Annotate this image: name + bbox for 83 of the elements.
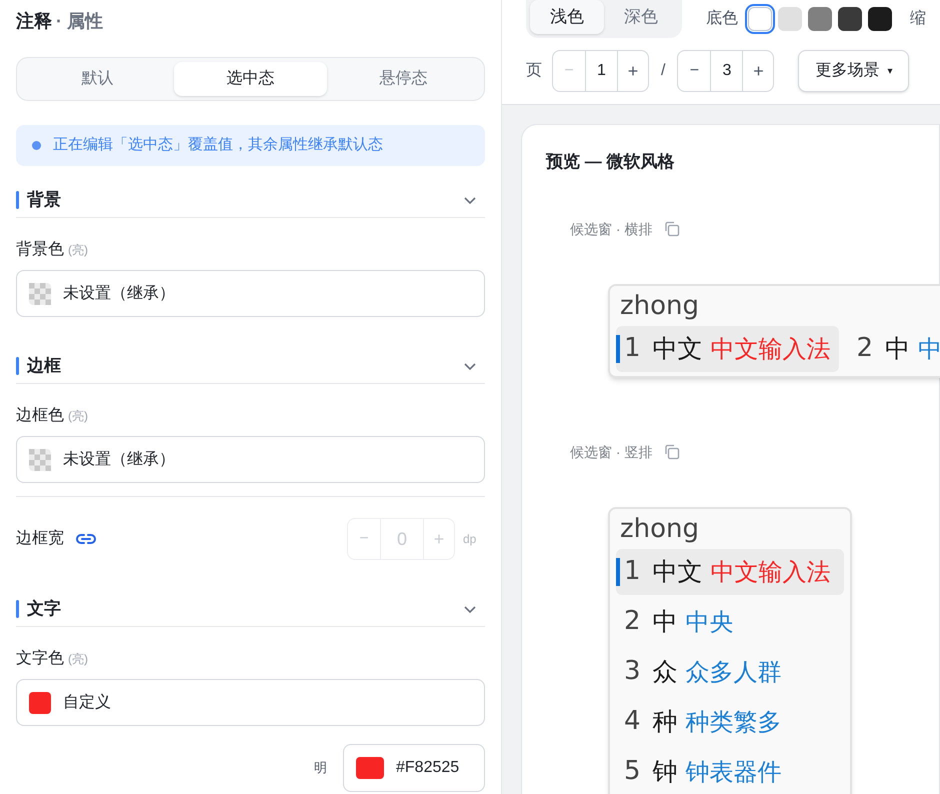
preview-title: 预览 — 微软风格 xyxy=(546,151,676,173)
state-tab[interactable]: 悬停态 xyxy=(327,62,480,96)
info-text: 正在编辑「选中态」覆盖值，其余属性继承默认态 xyxy=(53,135,383,156)
increment-button[interactable]: + xyxy=(618,51,648,91)
number-stepper[interactable]: − 3 + xyxy=(677,50,774,92)
color-swatch[interactable] xyxy=(838,7,862,31)
candidate-item[interactable]: 4 种 种类繁多 xyxy=(616,698,844,744)
field-label: 文字色 xyxy=(16,648,64,669)
candidate-word: 中文 xyxy=(652,556,703,588)
field-hint: (亮) xyxy=(68,651,88,668)
color-select[interactable]: 未设置（继承） xyxy=(16,270,485,317)
color-swatch[interactable] xyxy=(808,7,832,31)
hex-value: #F82525 xyxy=(396,758,460,778)
color-value: 自定义 xyxy=(63,692,111,712)
panel-title: 注释 xyxy=(16,10,52,33)
color-value: 未设置（继承） xyxy=(63,284,175,304)
color-select[interactable]: 未设置（继承） xyxy=(16,436,485,483)
candidate-comment: 中文输入法 xyxy=(710,556,831,588)
section-caption: 候选窗 · 竖排 xyxy=(570,442,652,462)
color-select[interactable]: 自定义 xyxy=(16,679,485,726)
increment-button[interactable]: + xyxy=(743,51,774,91)
candidate-word: 中文 xyxy=(652,332,703,365)
copy-icon[interactable] xyxy=(664,444,680,460)
section-title: 边框 xyxy=(27,355,61,378)
bullet-icon xyxy=(32,141,41,150)
stepper-value: 1 xyxy=(585,51,618,91)
candidate-comment: 中文输入法 xyxy=(710,334,831,364)
preedit-text: zhong xyxy=(619,512,700,546)
candidate-comment: 中央 xyxy=(686,606,734,638)
hex-color-field[interactable]: #F82525 xyxy=(343,744,485,792)
base-color-label: 底色 xyxy=(706,8,738,29)
candidate-index: 4 xyxy=(624,705,641,738)
decrement-button[interactable]: − xyxy=(678,51,710,91)
candidate-item[interactable]: 3 众 众多人群 xyxy=(616,648,844,694)
color-swatch[interactable] xyxy=(748,7,772,31)
candidate-comment: 钟表器件 xyxy=(686,756,782,788)
field-label: 边框宽 xyxy=(16,528,64,549)
candidate-comment: 众多人群 xyxy=(686,656,782,688)
zoom-label: 缩 xyxy=(910,8,926,29)
transparent-swatch-icon xyxy=(29,448,51,470)
candidate-index: 5 xyxy=(624,755,641,788)
candidate-word: 种 xyxy=(652,706,678,738)
field-label: 明 xyxy=(314,759,327,778)
preedit-text: zhong xyxy=(619,290,700,322)
unit-label: dp xyxy=(463,531,478,548)
candidate-item[interactable]: 1 中文 中文输入法 xyxy=(616,548,844,594)
more-scenes-dropdown[interactable]: 更多场景 ▾ xyxy=(798,50,910,92)
copy-icon[interactable] xyxy=(664,221,680,237)
number-stepper[interactable]: − 1 + xyxy=(552,50,649,92)
panel-subtitle: · 属性 xyxy=(56,10,103,33)
candidate-index: 2 xyxy=(856,332,874,365)
field-hint: (亮) xyxy=(68,408,88,425)
candidate-index: 2 xyxy=(624,605,641,638)
candidate-word: 众 xyxy=(652,656,678,688)
page-separator: / xyxy=(661,61,666,81)
color-swatch[interactable] xyxy=(778,7,802,31)
candidate-index: 1 xyxy=(624,332,641,365)
section-caption: 候选窗 · 横排 xyxy=(570,220,652,238)
stepper-value: 3 xyxy=(710,51,744,91)
candidate-index: 1 xyxy=(624,555,641,588)
state-tab[interactable]: 默认 xyxy=(21,62,174,96)
candidate-word: 钟 xyxy=(652,756,678,788)
transparent-swatch-icon xyxy=(29,282,51,304)
section-title: 背景 xyxy=(27,189,61,212)
state-tab[interactable]: 选中态 xyxy=(174,62,327,96)
candidate-word: 中 xyxy=(885,332,910,365)
candidate-item[interactable]: 2 中 中央 xyxy=(616,598,844,644)
field-label: 背景色 xyxy=(16,240,64,260)
candidate-item[interactable]: 5 钟 钟表器件 xyxy=(616,748,844,794)
theme-tab[interactable]: 深色 xyxy=(604,0,678,34)
candidate-word: 中 xyxy=(652,606,678,638)
field-label: 边框色 xyxy=(16,406,64,426)
color-swatch[interactable] xyxy=(868,7,892,31)
section-title: 文字 xyxy=(27,598,61,620)
candidate-item[interactable]: 1 中文 中文输入法 xyxy=(616,326,839,372)
candidate-comment: 种类繁多 xyxy=(686,706,782,738)
candidate-item[interactable]: 2 中 中 xyxy=(848,326,940,372)
candidate-index: 3 xyxy=(624,655,641,688)
field-hint: (亮) xyxy=(68,242,88,259)
page-label: 页 xyxy=(526,61,542,81)
theme-tab[interactable]: 浅色 xyxy=(530,0,604,34)
color-value: 未设置（继承） xyxy=(63,450,175,470)
candidate-comment: 中 xyxy=(918,334,940,364)
